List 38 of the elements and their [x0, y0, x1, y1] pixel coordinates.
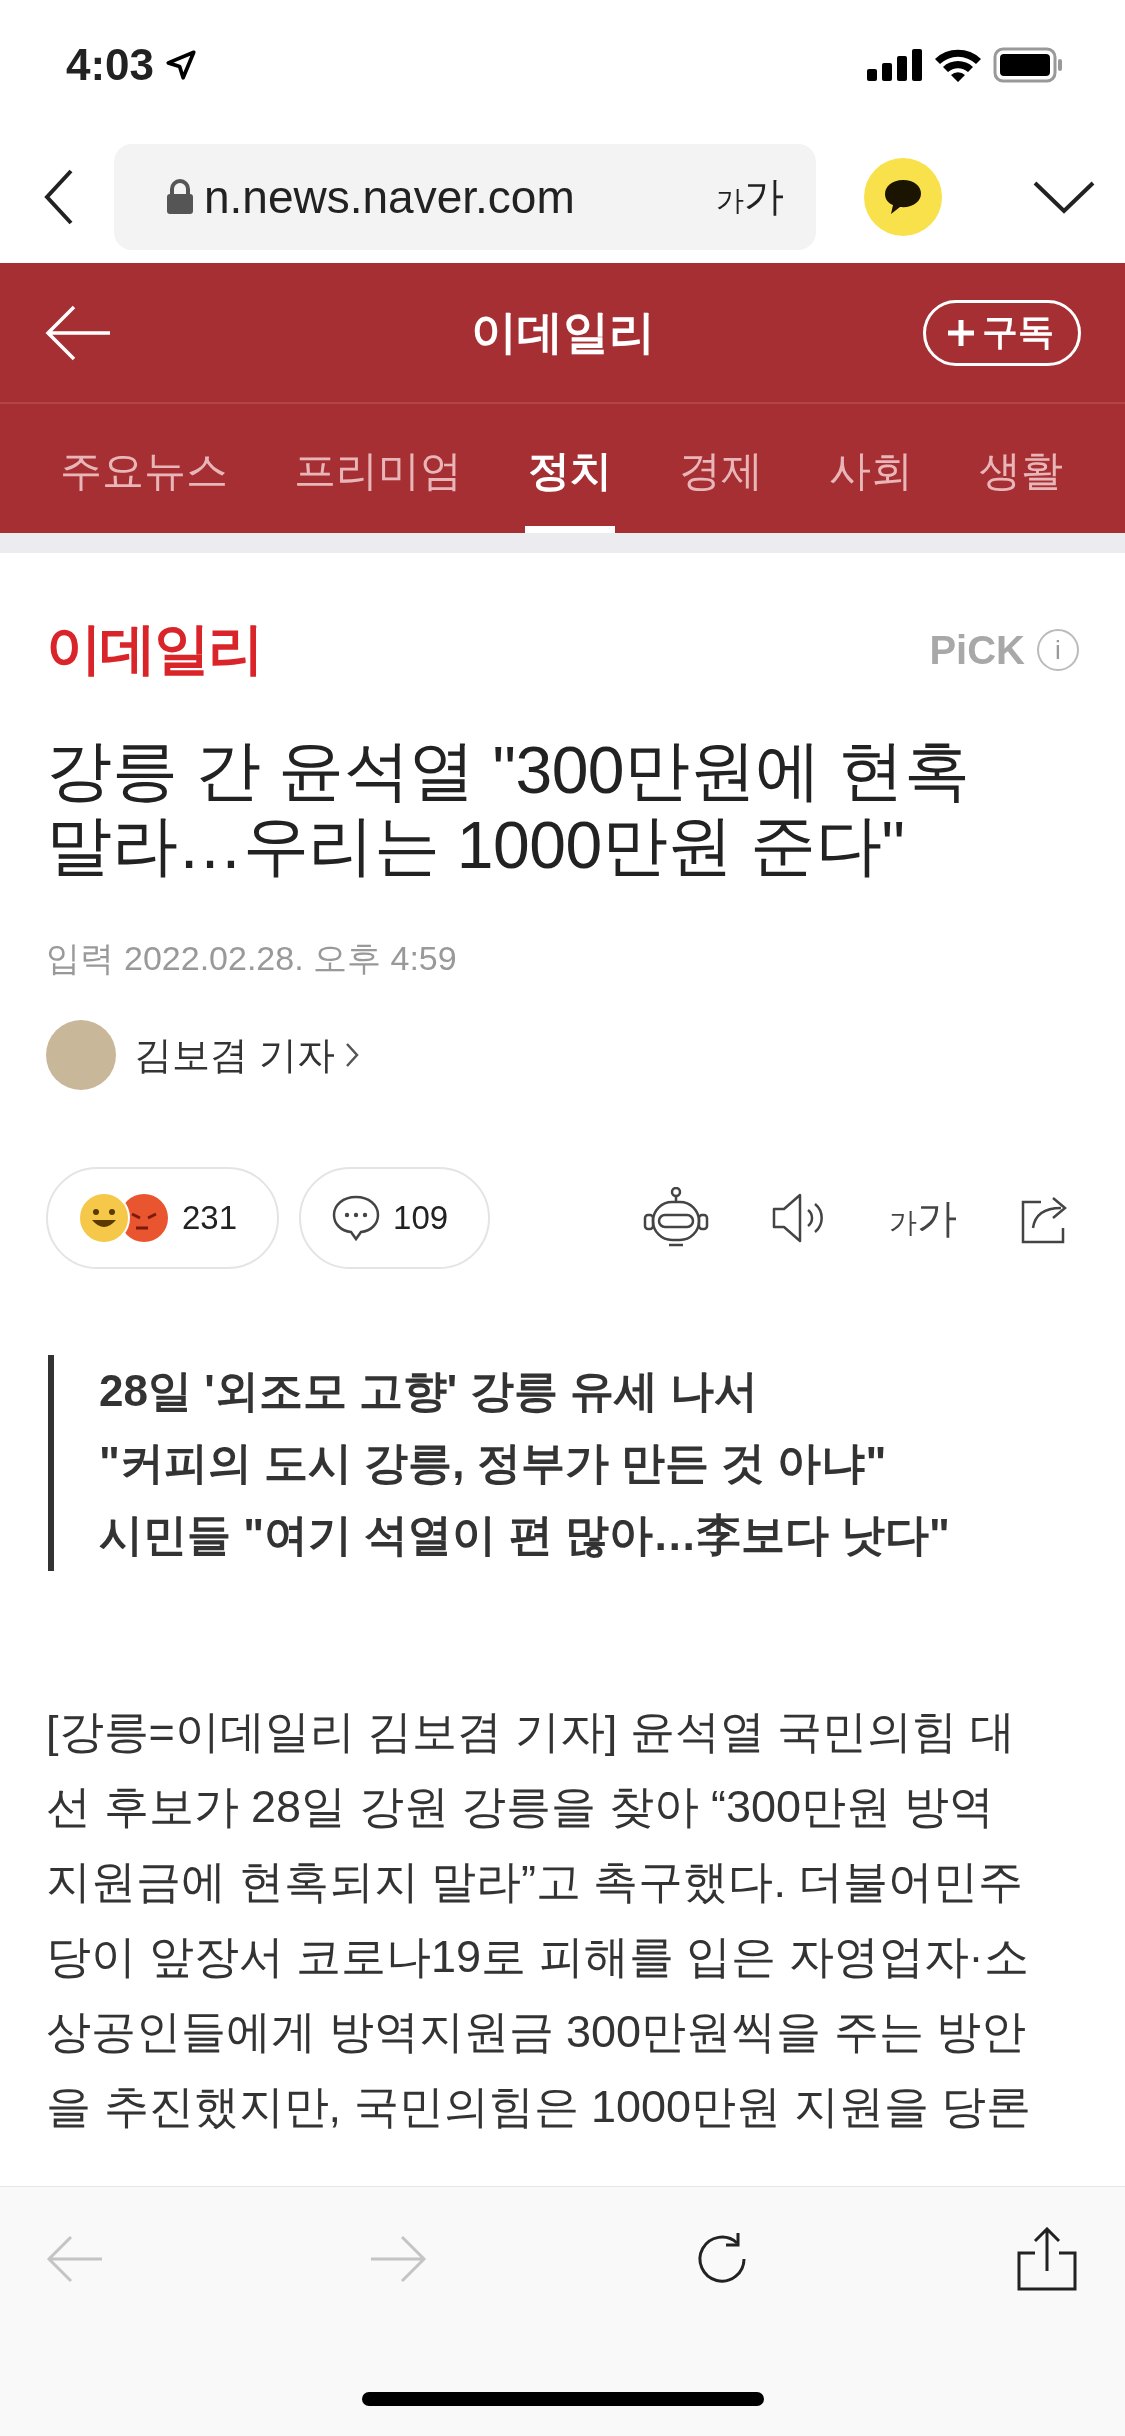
category-tab[interactable]: 경제	[678, 404, 763, 533]
emoji-reactions-icon	[78, 1192, 170, 1244]
text-size-button[interactable]: 가가	[716, 169, 784, 224]
plus-icon	[946, 317, 976, 348]
comments-button[interactable]: 109	[299, 1167, 491, 1269]
press-logo: 이데일리	[46, 616, 262, 682]
article-body: [강릉=이데일리 김보겸 기자] 윤석열 국민의힘 대 선 후보가 28일 강원 강릉을 찾아 “300만원 방역 지원금에 현혹되지 말라”고 촉구했다. 더불어민주 당이 앞장서 코로나19로 피해를 입은 자영업자·소 상공인들에게 방역지원금 300만원씩을 주는 방안 을 추진했지만, 국민의힘은 1000만원 지원을 당론	[46, 1705, 1033, 2134]
category-tab[interactable]: 프리미엄	[294, 404, 463, 533]
reactions-button[interactable]: 231	[46, 1167, 280, 1269]
summary-line: 28일 '외조모 고향' 강릉 유세 나서	[99, 1365, 759, 1417]
summary-line: 시민들 "여기 석열이 편 많아…李보다 낫다"	[99, 1509, 951, 1561]
date-label: 입력	[46, 938, 114, 979]
chevron-right-icon	[344, 1042, 359, 1068]
signal-icon	[867, 49, 923, 81]
category-tab[interactable]: 정치	[528, 404, 613, 533]
location-arrow-icon	[164, 48, 199, 82]
address-bar[interactable]: n.news.naver.com 가가	[114, 143, 816, 250]
chevron-down-icon[interactable]	[1033, 179, 1095, 214]
comment-bubble-icon	[331, 1194, 382, 1242]
lock-icon	[166, 178, 194, 215]
battery-icon	[993, 47, 1063, 83]
category-tab[interactable]: 주요뉴스	[60, 404, 228, 533]
share-icon[interactable]	[1017, 2227, 1077, 2291]
wifi-icon	[933, 47, 983, 83]
summary-line: "커피의 도시 강릉, 정부가 만든 것 아냐"	[99, 1437, 888, 1489]
press-title: 이데일리	[470, 304, 655, 360]
author-link[interactable]: 김보겸 기자	[134, 1029, 359, 1081]
article-headline: 강릉 간 윤석열 "300만원에 현혹 말라…우리는 1000만원 준다"	[46, 733, 971, 883]
pick-label: PiCK	[929, 627, 1025, 673]
published-date: 2022.02.28. 오후 4:59	[124, 938, 457, 979]
status-time: 4:03	[66, 43, 155, 87]
category-tab[interactable]: 사회	[828, 404, 913, 533]
subscribe-button[interactable]: 구독	[923, 299, 1081, 366]
category-tab[interactable]: 생활	[978, 404, 1063, 533]
robot-icon[interactable]	[643, 1187, 709, 1249]
back-chevron-icon[interactable]	[44, 168, 74, 225]
url-text: n.news.naver.com	[204, 169, 576, 224]
text-size-button[interactable]: 가가	[889, 1190, 957, 1246]
